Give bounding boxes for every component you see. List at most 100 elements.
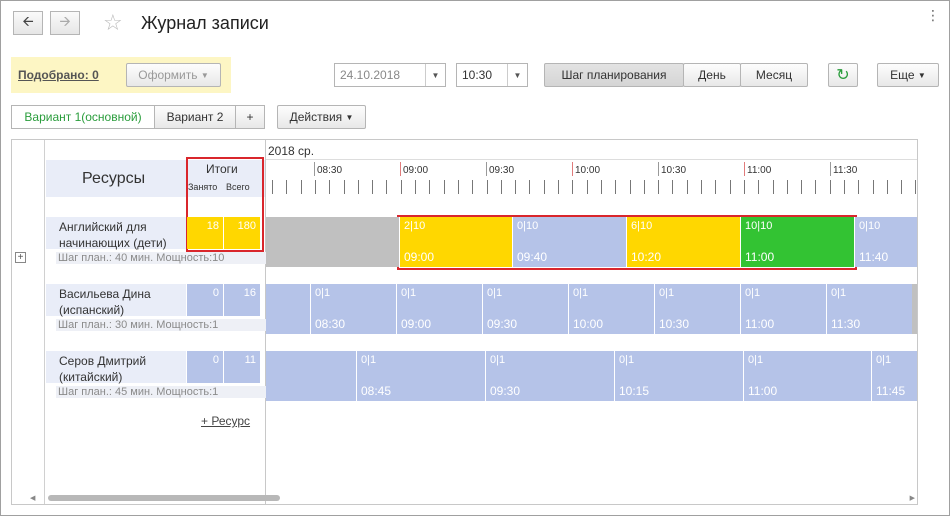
timeline-label: 10:30 bbox=[661, 165, 687, 176]
time-slot[interactable]: 0|1 08:30 bbox=[310, 284, 396, 334]
star-icon[interactable]: ☆ bbox=[103, 10, 123, 36]
timeline-label: 11:30 bbox=[833, 165, 858, 176]
total-count: 11 bbox=[224, 351, 260, 383]
timeline-minor-tick bbox=[915, 180, 916, 194]
slot-occupancy: 0|1 bbox=[573, 287, 589, 299]
chevron-down-icon: ▼ bbox=[917, 70, 926, 80]
slot-occupancy: 0|10 bbox=[517, 220, 539, 232]
time-slot[interactable]: 6|10 10:20 bbox=[626, 217, 740, 267]
time-slot[interactable]: 0|1 09:30 bbox=[482, 284, 568, 334]
add-resource-link[interactable]: + Ресурс bbox=[201, 414, 250, 428]
chevron-down-icon[interactable]: ▼ bbox=[425, 64, 445, 86]
timeline-minor-tick bbox=[301, 180, 302, 194]
slot-occupancy: 0|1 bbox=[487, 287, 503, 299]
time-slot[interactable]: 0|1 11:00 bbox=[743, 351, 871, 401]
timeline-minor-tick bbox=[415, 180, 416, 194]
slot-time: 10:20 bbox=[631, 250, 662, 264]
page-title: Журнал записи bbox=[141, 13, 269, 33]
timeline-minor-tick bbox=[515, 180, 516, 194]
slot-occupancy: 0|1 bbox=[619, 354, 635, 366]
timeline-minor-tick bbox=[487, 180, 488, 194]
busy-count: 0 bbox=[187, 284, 223, 316]
time-slot[interactable]: 0|1 11:00 bbox=[740, 284, 826, 334]
mode-day-button[interactable]: День bbox=[683, 63, 741, 87]
timeline-major-tick bbox=[314, 162, 315, 176]
actions-button[interactable]: Действия ▼ bbox=[277, 105, 366, 129]
timeline-minor-tick bbox=[329, 180, 330, 194]
issue-button[interactable]: Оформить ▼ bbox=[126, 63, 221, 87]
more-button[interactable]: Еще ▼ bbox=[877, 63, 939, 87]
timeline-minor-tick bbox=[773, 180, 774, 194]
time-slot[interactable]: 0|10 11:40 bbox=[854, 217, 917, 267]
back-button[interactable]: 🡨 bbox=[13, 11, 43, 35]
slot-occupancy: 0|1 bbox=[490, 354, 506, 366]
timeline-minor-tick bbox=[601, 180, 602, 194]
slot-occupancy: 0|1 bbox=[659, 287, 675, 299]
more-dots-icon[interactable]: ⋮ bbox=[926, 7, 941, 24]
time-field[interactable]: 10:30 ▼ bbox=[456, 63, 528, 87]
issue-button-label: Оформить bbox=[138, 68, 198, 82]
time-slot[interactable]: 2|10 09:00 bbox=[399, 217, 512, 267]
timeline-minor-tick bbox=[572, 180, 573, 194]
slot-occupancy: 0|1 bbox=[745, 287, 761, 299]
time-slot[interactable]: 0|1 11:30 bbox=[826, 284, 912, 334]
time-slot[interactable]: 0|1 10:00 bbox=[568, 284, 654, 334]
timeline-label: 11:00 bbox=[747, 165, 772, 176]
slot-time: 09:30 bbox=[490, 384, 521, 398]
timeline-minor-tick bbox=[587, 180, 588, 194]
timeline-minor-tick bbox=[630, 180, 631, 194]
time-slot[interactable]: 0|1 10:15 bbox=[614, 351, 743, 401]
timeline-minor-tick bbox=[358, 180, 359, 194]
timeline-label: 08:30 bbox=[317, 165, 343, 176]
timeline-minor-tick bbox=[272, 180, 273, 194]
slot-occupancy: 2|10 bbox=[404, 220, 426, 232]
slot-time: 10:30 bbox=[659, 317, 690, 331]
chevron-down-icon[interactable]: ▼ bbox=[507, 64, 527, 86]
tab-variant-2[interactable]: Вариант 2 bbox=[154, 105, 236, 129]
chevron-down-icon: ▼ bbox=[345, 112, 354, 122]
slot-occupancy: 0|1 bbox=[315, 287, 331, 299]
date-field[interactable]: 24.10.2018 ▼ bbox=[334, 63, 446, 87]
timeline-minor-tick bbox=[458, 180, 459, 194]
timeline-minor-tick bbox=[315, 180, 316, 194]
resource-name[interactable]: Серов Дмитрий (китайский) bbox=[56, 353, 196, 385]
add-variant-button[interactable]: + bbox=[235, 105, 265, 129]
tab-variant-1[interactable]: Вариант 1(основной) bbox=[11, 105, 155, 129]
scroll-left-icon[interactable]: ◀ bbox=[30, 494, 35, 502]
timeline-minor-tick bbox=[844, 180, 845, 194]
scrollbar-thumb[interactable] bbox=[48, 495, 280, 501]
resource-name[interactable]: Английский для начинающих (дети) bbox=[56, 219, 196, 251]
time-slot[interactable]: 0|1 08:45 bbox=[356, 351, 485, 401]
arrow-right-icon: 🡪 bbox=[59, 13, 71, 29]
slot-occupancy: 0|1 bbox=[401, 287, 417, 299]
resource-details: Шаг план.: 45 мин. Мощность:1 bbox=[56, 386, 271, 398]
mode-month-button[interactable]: Месяц bbox=[740, 63, 808, 87]
forward-button[interactable]: 🡪 bbox=[50, 11, 80, 35]
time-slot[interactable]: 0|10 09:40 bbox=[512, 217, 626, 267]
timeline-minor-tick bbox=[672, 180, 673, 194]
slot-occupancy: 10|10 bbox=[745, 220, 773, 232]
scroll-right-icon[interactable]: ▶ bbox=[910, 494, 915, 502]
timeline-major-tick bbox=[658, 162, 659, 176]
mode-step-button[interactable]: Шаг планирования bbox=[544, 63, 684, 87]
timeline-minor-tick bbox=[429, 180, 430, 194]
refresh-button[interactable]: ↻ bbox=[828, 63, 858, 87]
timeline-minor-tick bbox=[830, 180, 831, 194]
slot-occupancy: 0|10 bbox=[859, 220, 881, 232]
time-slot[interactable]: 0|1 10:30 bbox=[654, 284, 740, 334]
time-slot[interactable]: 0|1 09:00 bbox=[396, 284, 482, 334]
refresh-icon: ↻ bbox=[836, 67, 850, 84]
selected-link[interactable]: Подобрано: 0 bbox=[18, 68, 99, 82]
timeline-minor-tick bbox=[444, 180, 445, 194]
row-gutter bbox=[12, 140, 45, 504]
expand-icon[interactable]: + bbox=[15, 252, 26, 263]
timeline-major-tick bbox=[486, 162, 487, 176]
slot-occupancy: 0|1 bbox=[748, 354, 764, 366]
timeline-minor-tick bbox=[730, 180, 731, 194]
time-slot[interactable]: 10|10 11:00 bbox=[740, 217, 854, 267]
time-slot[interactable]: 0|1 11:45 bbox=[871, 351, 917, 401]
timeline-label: 09:00 bbox=[403, 165, 429, 176]
resource-name[interactable]: Васильева Дина (испанский) bbox=[56, 286, 196, 318]
time-slot[interactable]: 0|1 09:30 bbox=[485, 351, 615, 401]
horizontal-scrollbar[interactable]: ◀ ▶ bbox=[30, 494, 915, 502]
